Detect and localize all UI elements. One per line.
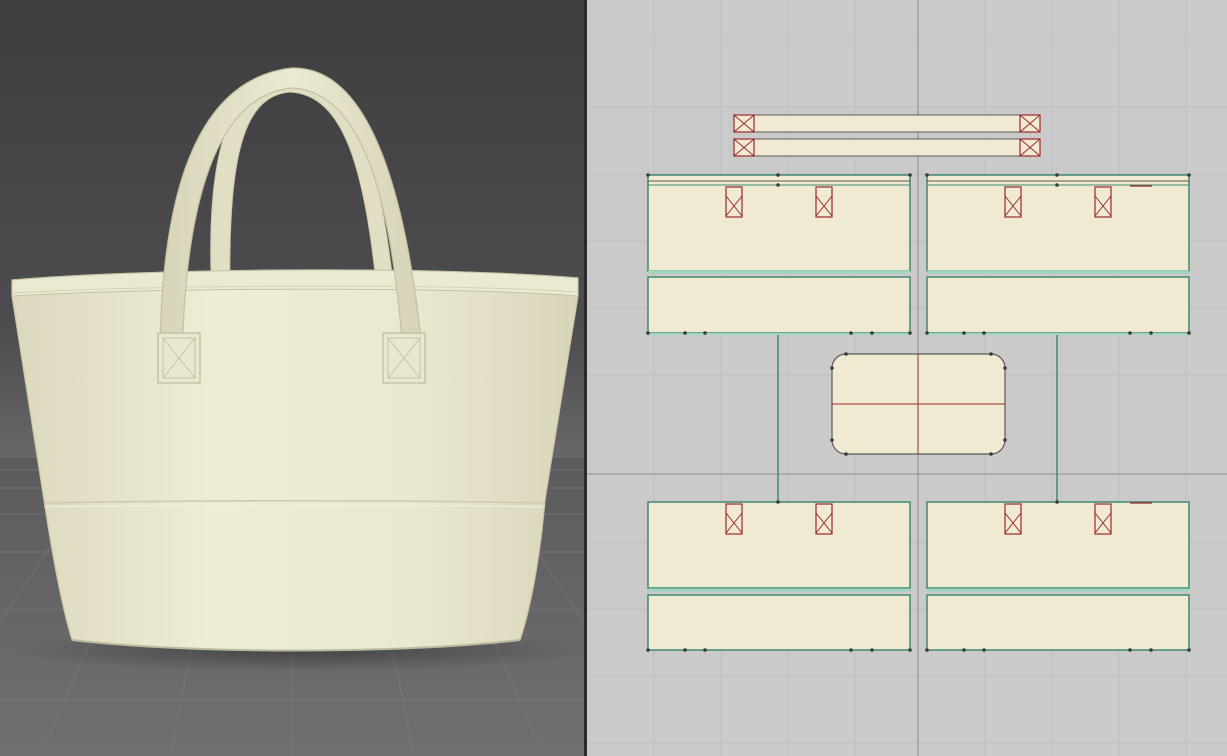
handle-strap[interactable] [733,138,1041,157]
3d-scene[interactable] [0,0,584,756]
bottom-panel[interactable] [831,353,1006,455]
front-lower-panel[interactable] [647,594,911,651]
front-upper-panel[interactable] [647,501,911,592]
right-handle-tab [382,332,426,384]
back-lower-panel[interactable] [926,594,1190,651]
back-upper-panel[interactable] [926,174,1190,274]
handle-strap[interactable] [733,114,1041,133]
back-lower-panel[interactable] [926,276,1190,335]
pattern-canvas[interactable] [587,0,1227,756]
back-upper-panel[interactable] [926,501,1190,592]
tote-bag-icon[interactable] [11,67,579,652]
front-upper-panel[interactable] [647,174,911,274]
3d-viewport[interactable] [0,0,584,756]
2d-pattern-viewport[interactable] [587,0,1227,756]
left-handle-tab [157,332,201,384]
front-lower-panel[interactable] [647,276,911,335]
